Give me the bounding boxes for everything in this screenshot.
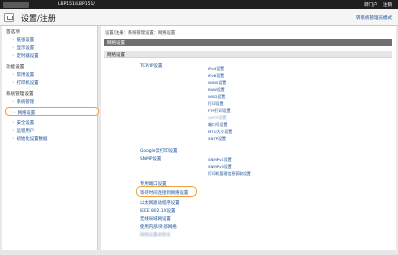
admin-mode-link[interactable]: 转系统管理员模式 bbox=[356, 15, 392, 21]
breadcrumb: 设置/注册：系统管理设置：网络设置 bbox=[105, 31, 176, 36]
sidebar-item-printer[interactable]: 打印机设置 bbox=[12, 80, 39, 86]
google-cloud-print-link[interactable]: Google云打印设置 bbox=[140, 148, 177, 154]
page-bar: 网络设置 bbox=[104, 39, 392, 46]
sntp-link[interactable]: SNTP设置 bbox=[208, 136, 226, 142]
sidebar-item-remote-ui[interactable]: 远程用户 bbox=[12, 128, 35, 134]
ieee8021x-link[interactable]: IEEE 802.1X设置 bbox=[140, 208, 175, 214]
top-links: 转门户 注销 bbox=[360, 2, 392, 8]
home-icon[interactable] bbox=[4, 13, 14, 22]
sidebar: 首选项 纸张设置 显示设置 定时器设置 功能设置 常用设置 打印机设置 系统管理… bbox=[2, 26, 99, 250]
network-wait-time-link[interactable]: 等待时间连接到网络设置 bbox=[140, 190, 188, 196]
brand-logo bbox=[3, 1, 29, 8]
sidebar-item-timer[interactable]: 定时器设置 bbox=[12, 53, 39, 59]
page-title: 设置/注册 bbox=[21, 14, 56, 23]
mtu-link[interactable]: MTU大小设置 bbox=[208, 129, 232, 135]
page-header: 设置/注册 转系统管理员模式 bbox=[0, 9, 398, 26]
port-number-link[interactable]: 端口号设置 bbox=[208, 122, 227, 128]
sidebar-category-preferences[interactable]: 首选项 bbox=[6, 29, 20, 35]
wireless-lan-link[interactable]: 无线局域网设置 bbox=[140, 216, 171, 222]
sidebar-item-security[interactable]: 安全设置 bbox=[12, 120, 35, 126]
print-settings-link[interactable]: 打印设置 bbox=[208, 101, 224, 107]
printer-info-link[interactable]: 打印机管理信息获取设置 bbox=[208, 171, 251, 177]
ftp-print-link[interactable]: FTP打印设置 bbox=[208, 108, 230, 114]
sidebar-category-functions[interactable]: 功能设置 bbox=[6, 64, 24, 70]
sidebar-item-common[interactable]: 常用设置 bbox=[12, 72, 35, 78]
sidebar-item-display[interactable]: 显示设置 bbox=[12, 45, 35, 51]
internal-external-network-link[interactable]: 使用内部/外部网络 bbox=[140, 224, 177, 230]
sidebar-item-initialize[interactable]: 初始化设置数据 bbox=[12, 136, 48, 142]
wins-link[interactable]: WINS设置 bbox=[208, 80, 226, 86]
ipv6-link[interactable]: IPv6设置 bbox=[208, 73, 224, 79]
section-heading: 网络设置 bbox=[104, 51, 392, 58]
network-wait-time-highlight[interactable]: 等待时间连接到网络设置 bbox=[136, 186, 197, 197]
sidebar-item-paper[interactable]: 纸张设置 bbox=[12, 37, 35, 43]
snmpv1-link[interactable]: SNMPv1设置 bbox=[208, 157, 232, 163]
network-reset-link[interactable]: 网络设置初始化 bbox=[140, 232, 171, 238]
wsd-link[interactable]: WSD设置 bbox=[208, 94, 225, 100]
tcpip-settings-link[interactable]: TCP/IP设置 bbox=[140, 63, 162, 69]
smtp-link[interactable]: SMTP设置 bbox=[208, 115, 226, 121]
sidebar-item-network[interactable]: 网络设置 bbox=[5, 107, 99, 116]
sidebar-item-system-management[interactable]: 系统管理 bbox=[12, 99, 35, 105]
ethernet-driver-link[interactable]: 以太网驱动程序设置 bbox=[140, 200, 180, 206]
top-bar: LBP151/LBP151/ 转门户 注销 bbox=[0, 0, 398, 9]
logout-link[interactable]: 注销 bbox=[383, 3, 392, 8]
snmpv3-link[interactable]: SNMPv3设置 bbox=[208, 164, 232, 170]
sidebar-category-system[interactable]: 系统管理设置 bbox=[6, 91, 34, 97]
model-name: LBP151/LBP151/ bbox=[58, 2, 95, 7]
snmp-settings-link[interactable]: SNMP设置 bbox=[140, 156, 161, 162]
portal-link[interactable]: 转门户 bbox=[364, 3, 378, 8]
ipv4-link[interactable]: IPv4设置 bbox=[208, 66, 224, 72]
raw-link[interactable]: RAW设置 bbox=[208, 87, 225, 93]
main-content: 设置/注册：系统管理设置：网络设置 网络设置 网络设置 TCP/IP设置 IPv… bbox=[101, 26, 396, 250]
